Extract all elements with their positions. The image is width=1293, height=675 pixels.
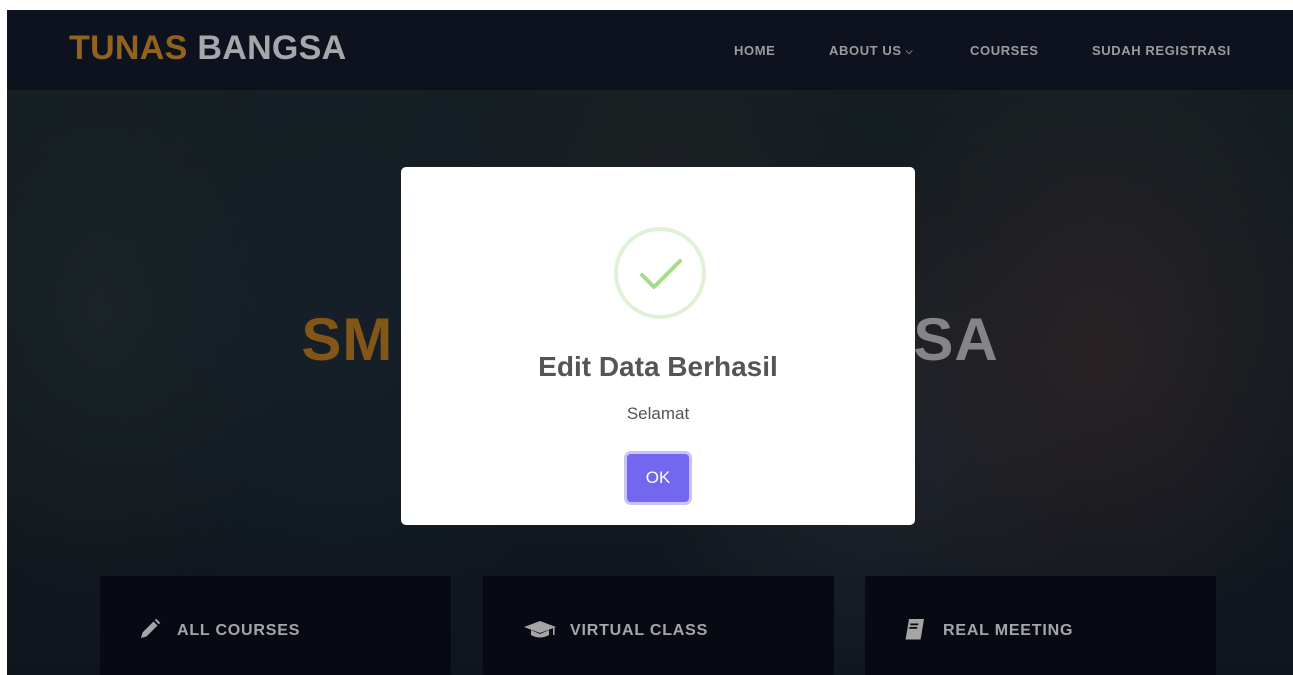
success-icon — [614, 227, 706, 319]
check-icon — [640, 259, 682, 289]
dialog-title: Edit Data Berhasil — [538, 351, 778, 382]
success-dialog: Edit Data Berhasil Selamat OK — [401, 167, 915, 525]
dialog-message: Selamat — [626, 404, 690, 423]
ok-button[interactable]: OK — [627, 454, 689, 502]
